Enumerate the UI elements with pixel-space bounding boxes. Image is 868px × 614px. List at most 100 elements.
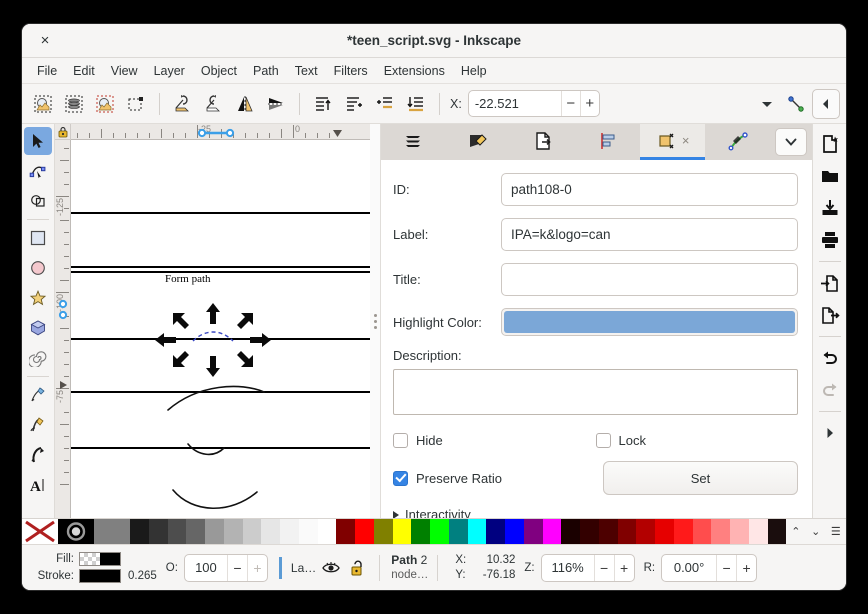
select-same-icon[interactable] — [90, 89, 120, 119]
palette-swatch[interactable] — [411, 519, 430, 544]
menu-edit[interactable]: Edit — [66, 61, 102, 81]
highlight-color-button[interactable] — [501, 308, 798, 336]
palette-swatch[interactable] — [280, 519, 299, 544]
palette-swatch[interactable] — [524, 519, 543, 544]
label-input[interactable] — [501, 218, 798, 251]
close-object-properties-icon[interactable]: × — [682, 133, 690, 148]
box3d-tool[interactable] — [24, 314, 52, 342]
palette-swatch[interactable] — [768, 519, 787, 544]
rotation-spinner[interactable]: − + — [661, 554, 757, 582]
collapse-panel-button[interactable] — [812, 89, 840, 119]
fill-row[interactable]: Fill: — [34, 552, 157, 567]
menu-extensions[interactable]: Extensions — [377, 61, 452, 81]
raise-icon[interactable] — [339, 89, 369, 119]
interactivity-expander[interactable]: Interactivity — [393, 507, 798, 518]
palette-swatch[interactable] — [749, 519, 768, 544]
align-distribute-tab[interactable] — [575, 124, 640, 160]
undo-icon[interactable] — [816, 343, 844, 373]
palette-swatch[interactable] — [130, 519, 149, 544]
palette-swatch[interactable] — [636, 519, 655, 544]
rotate-ccw-icon[interactable] — [168, 89, 198, 119]
print-document-icon[interactable] — [816, 225, 844, 255]
menu-text[interactable]: Text — [288, 61, 325, 81]
preserve-ratio-group[interactable]: Preserve Ratio — [393, 471, 603, 486]
palette-swatch[interactable] — [336, 519, 355, 544]
palette-swatch[interactable] — [149, 519, 168, 544]
palette-swatch[interactable] — [618, 519, 637, 544]
raise-to-top-icon[interactable] — [308, 89, 338, 119]
palette-swatch[interactable] — [580, 519, 599, 544]
object-properties-tab[interactable]: × — [640, 124, 705, 160]
opacity-input[interactable] — [185, 555, 227, 581]
menu-view[interactable]: View — [104, 61, 145, 81]
none-swatch[interactable] — [22, 519, 58, 544]
set-button[interactable]: Set — [603, 461, 798, 495]
palette-swatch[interactable] — [430, 519, 449, 544]
palette-swatch[interactable] — [505, 519, 524, 544]
gray-swatch[interactable] — [94, 519, 130, 544]
ellipse-tool[interactable] — [24, 254, 52, 282]
palette-swatch[interactable] — [374, 519, 393, 544]
layer-name[interactable]: La… — [291, 561, 316, 575]
palette-swatch[interactable] — [468, 519, 487, 544]
menu-layer[interactable]: Layer — [147, 61, 192, 81]
x-coordinate-spinner[interactable]: − + — [468, 90, 600, 117]
panel-resize-handle[interactable] — [370, 124, 380, 518]
menu-help[interactable]: Help — [454, 61, 494, 81]
menu-file[interactable]: File — [30, 61, 64, 81]
unlocked-icon[interactable] — [346, 557, 370, 579]
deselect-icon[interactable] — [121, 89, 151, 119]
path-effects-tab[interactable] — [705, 124, 770, 160]
fill-stroke-tab[interactable] — [446, 124, 511, 160]
ruler-lock-icon[interactable] — [55, 124, 71, 140]
calligraphy-tool[interactable] — [24, 411, 52, 439]
description-textarea[interactable] — [393, 369, 798, 415]
palette-swatch[interactable] — [655, 519, 674, 544]
x-increment-button[interactable]: + — [580, 91, 599, 116]
zoom-increment-button[interactable]: + — [614, 555, 634, 581]
palette-swatch[interactable] — [711, 519, 730, 544]
palette-swatch-list[interactable] — [130, 519, 786, 544]
opacity-increment-button[interactable]: + — [247, 555, 267, 581]
lock-label[interactable]: Lock — [619, 433, 646, 448]
rectangle-tool[interactable] — [24, 224, 52, 252]
snap-toggle-icon[interactable] — [781, 89, 811, 119]
pencil-tool[interactable] — [24, 381, 52, 409]
layers-tab[interactable] — [381, 124, 446, 160]
palette-swatch[interactable] — [224, 519, 243, 544]
selected-path-with-handles[interactable] — [153, 301, 273, 379]
flip-vertical-icon[interactable] — [261, 89, 291, 119]
palette-swatch[interactable] — [243, 519, 262, 544]
open-document-icon[interactable] — [816, 161, 844, 191]
stroke-swatch[interactable] — [79, 569, 121, 583]
hide-checkbox-group[interactable]: Hide — [393, 433, 596, 448]
palette-scroll-down-button[interactable]: ⌄ — [811, 525, 820, 538]
rotation-decrement-button[interactable]: − — [716, 555, 736, 581]
select-all-layers-icon[interactable] — [59, 89, 89, 119]
lock-checkbox[interactable] — [596, 433, 611, 448]
hide-checkbox[interactable] — [393, 433, 408, 448]
unset-swatch[interactable] — [58, 519, 94, 544]
boolean-tool[interactable] — [24, 187, 52, 215]
palette-swatch[interactable] — [674, 519, 693, 544]
eye-icon[interactable] — [319, 557, 343, 579]
drawing-canvas[interactable]: Form path — [71, 140, 370, 518]
lower-icon[interactable] — [370, 89, 400, 119]
star-tool[interactable] — [24, 284, 52, 312]
spiral-tool[interactable] — [24, 344, 52, 372]
palette-swatch[interactable] — [355, 519, 374, 544]
palette-menu-button[interactable]: ☰ — [831, 525, 841, 538]
palette-swatch[interactable] — [693, 519, 712, 544]
text-tool[interactable]: A — [24, 471, 52, 499]
palette-swatch[interactable] — [205, 519, 224, 544]
palette-swatch[interactable] — [543, 519, 562, 544]
flip-horizontal-icon[interactable] — [230, 89, 260, 119]
menu-filters[interactable]: Filters — [327, 61, 375, 81]
vertical-ruler[interactable]: -125 -100 — [55, 140, 71, 518]
preserve-ratio-label[interactable]: Preserve Ratio — [416, 471, 502, 486]
expand-right-icon[interactable] — [816, 418, 844, 448]
palette-swatch[interactable] — [730, 519, 749, 544]
lower-to-bottom-icon[interactable] — [401, 89, 431, 119]
zoom-spinner[interactable]: − + — [541, 554, 635, 582]
fill-stroke-indicator[interactable]: Fill: Stroke: 0.265 — [34, 552, 157, 584]
